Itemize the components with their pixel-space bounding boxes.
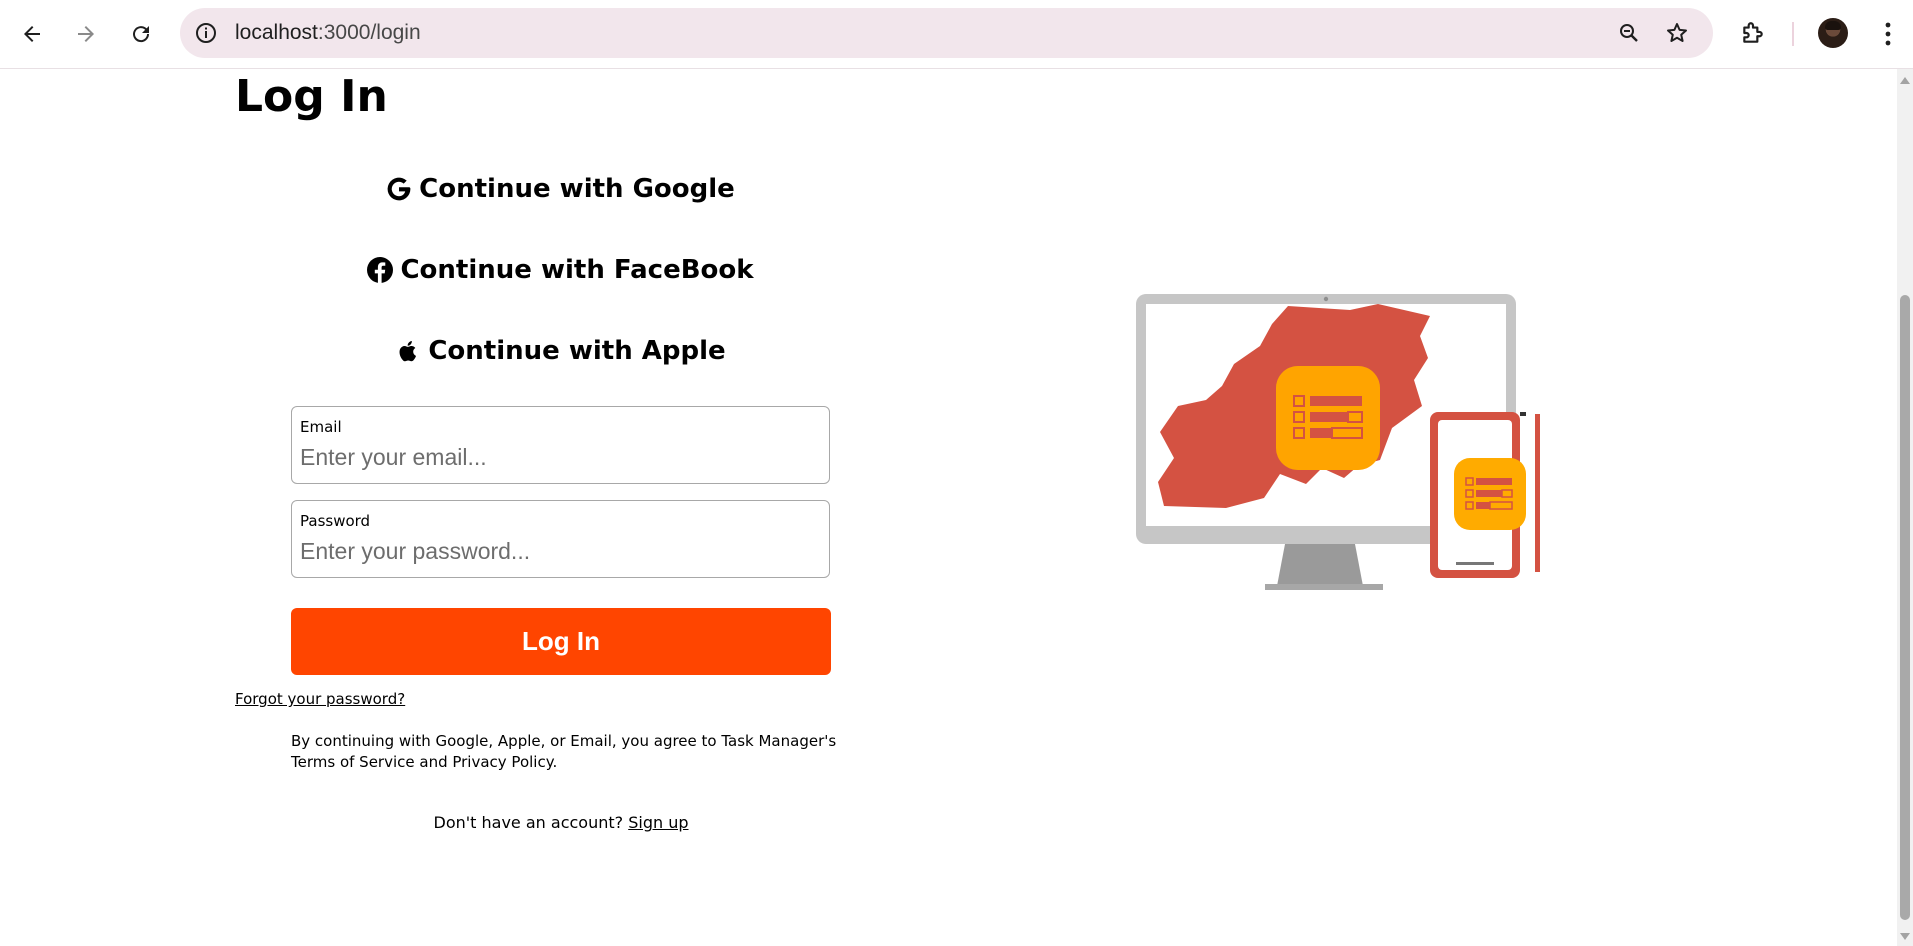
page-scrollbar[interactable] [1897, 69, 1913, 946]
facebook-icon [366, 256, 394, 284]
kebab-menu-icon[interactable] [1876, 20, 1900, 48]
forgot-password-link[interactable]: Forgot your password? [235, 690, 405, 708]
continue-with-apple-button[interactable]: Continue with Apple [290, 326, 830, 376]
signup-prompt-text: Don't have an account? [433, 813, 624, 832]
forward-button[interactable] [66, 14, 106, 54]
devices-illustration [1136, 294, 1540, 590]
url-text[interactable]: localhost:3000/login [235, 21, 421, 45]
facebook-button-label: Continue with FaceBook [400, 255, 754, 285]
puzzle-icon[interactable] [1740, 20, 1766, 46]
continue-with-facebook-button[interactable]: Continue with FaceBook [290, 245, 830, 295]
app-icon-large [1276, 366, 1380, 470]
scroll-down-arrow-icon[interactable] [1900, 933, 1910, 940]
apple-button-label: Continue with Apple [428, 336, 726, 366]
scroll-thumb[interactable] [1900, 295, 1910, 920]
back-button[interactable] [12, 14, 52, 54]
tablet-illustration [1430, 412, 1540, 578]
scroll-up-arrow-icon[interactable] [1900, 77, 1910, 84]
email-label: Email [300, 418, 342, 436]
address-bar[interactable]: localhost:3000/login [180, 8, 1713, 58]
url-host: localhost [235, 21, 318, 44]
star-icon[interactable] [1665, 21, 1689, 45]
page-title: Log In [235, 71, 388, 122]
url-path: :3000/login [317, 21, 421, 44]
log-in-button[interactable]: Log In [291, 608, 831, 675]
avatar[interactable] [1818, 18, 1848, 48]
sign-up-link[interactable]: Sign up [628, 813, 688, 832]
password-input[interactable] [300, 535, 800, 567]
email-field[interactable]: Email [291, 406, 830, 484]
google-icon [385, 175, 413, 203]
google-button-label: Continue with Google [419, 174, 735, 204]
zoom-out-icon[interactable] [1617, 21, 1641, 45]
forward-arrow-icon [78, 26, 94, 42]
toolbar-divider [1792, 22, 1794, 46]
browser-toolbar: localhost:3000/login [0, 0, 1913, 69]
reload-icon [133, 26, 150, 43]
reload-button[interactable] [121, 14, 161, 54]
apple-icon [394, 337, 422, 365]
terms-text: By continuing with Google, Apple, or Ema… [291, 732, 837, 771]
password-label: Password [300, 512, 371, 530]
continue-with-google-button[interactable]: Continue with Google [290, 164, 830, 214]
password-field[interactable]: Password [291, 500, 830, 578]
info-icon[interactable] [194, 21, 218, 45]
back-arrow-icon [24, 26, 40, 42]
signup-prompt: Don't have an account? Sign up [291, 813, 831, 832]
email-input[interactable] [300, 441, 800, 473]
